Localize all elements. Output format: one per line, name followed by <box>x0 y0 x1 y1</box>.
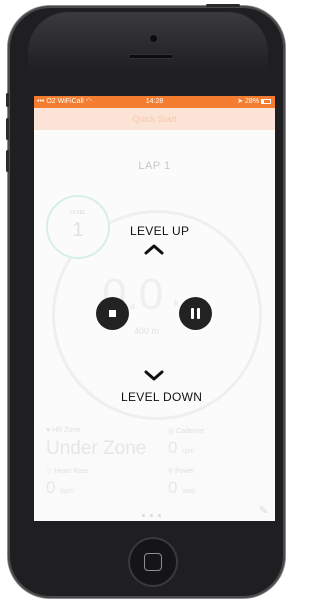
cadence-value: 0 rpm <box>168 438 195 457</box>
stats-panel: ♥ HR Zone Under Zone ◎ Cadence 0 rpm ♡ H… <box>34 425 275 521</box>
front-camera <box>150 35 157 42</box>
battery-icon <box>261 98 271 104</box>
heart-icon: ♥ <box>46 427 51 434</box>
level-down-label[interactable]: LEVEL DOWN <box>121 390 202 404</box>
cadence-icon: ◎ <box>168 428 175 435</box>
phone-sheen <box>28 12 268 72</box>
pause-icon <box>191 308 194 319</box>
home-square-icon <box>144 553 162 571</box>
phone-screen: ••• O2 WiFiCall ◠ 14:28 ➤ 28% Quick Star… <box>34 96 275 521</box>
level-up-label[interactable]: LEVEL UP <box>130 224 189 238</box>
chevron-up-icon[interactable] <box>144 243 164 255</box>
mute-switch <box>6 93 9 107</box>
workout-content: LAP 1 LEVEL 1 0.0 k 400 m ♥ HR Zone Unde… <box>34 130 275 521</box>
heart-rate-value: 0 bpm <box>46 478 74 497</box>
power-button <box>206 4 240 7</box>
page-indicator <box>142 514 172 518</box>
status-bar: ••• O2 WiFiCall ◠ 14:28 ➤ 28% <box>34 96 275 108</box>
hr-zone-value: Under Zone <box>46 438 147 459</box>
speed-unit: k <box>174 298 179 308</box>
volume-up-button <box>6 118 9 140</box>
pin-icon[interactable]: ✎ <box>259 504 268 517</box>
battery-percent: 28% <box>245 98 260 105</box>
location-icon: ➤ <box>237 98 244 105</box>
pause-icon-bar <box>197 308 200 319</box>
power-icon: ⚲ <box>168 468 174 475</box>
distance-value: 400 m <box>134 326 160 336</box>
lap-label: LAP 1 <box>138 160 171 172</box>
level-indicator: LEVEL 1 <box>46 195 110 259</box>
power-value: 0 watt <box>168 478 196 497</box>
pause-button[interactable] <box>179 297 212 330</box>
page-dot <box>158 514 161 517</box>
level-label: LEVEL <box>70 210 86 216</box>
status-right: ➤ 28% <box>237 96 271 108</box>
page-dot <box>150 514 153 517</box>
page-dot <box>142 514 145 517</box>
level-value: 1 <box>72 219 84 241</box>
power-label: ⚲ Power <box>168 468 195 475</box>
earpiece-speaker <box>128 54 174 59</box>
heart-rate-label: ♡ Heart Rate <box>46 468 89 475</box>
stop-icon <box>109 310 116 317</box>
chevron-down-icon[interactable] <box>144 370 164 382</box>
cadence-label: ◎ Cadence <box>168 428 205 435</box>
heart-outline-icon: ♡ <box>46 468 53 475</box>
stop-button[interactable] <box>96 297 129 330</box>
page-title: Quick Start <box>34 108 275 130</box>
hr-zone-label: ♥ HR Zone <box>46 427 81 434</box>
volume-down-button <box>6 150 9 172</box>
